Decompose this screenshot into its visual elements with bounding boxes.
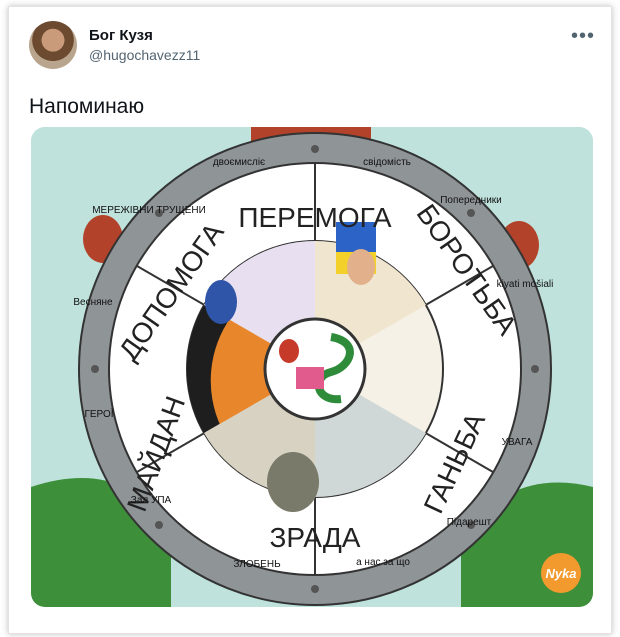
tweet-media-image[interactable]: ПЕРЕМОГА БОРОТЬБА ГАНЬБА ЗРАДА МАЙДАН ДО… <box>31 127 593 607</box>
rim-label-9: Зал УПА <box>131 495 172 506</box>
tweet-text: Напоминаю <box>29 95 145 118</box>
rim-label-12: МЕРЕЖІВНИ ТРУЩЕНИ <box>92 205 206 216</box>
watermark-logo: Nyka <box>541 553 581 593</box>
rim-label-7: а нас за що <box>356 557 410 568</box>
rim-label-4: kiyati mošiali <box>497 279 554 290</box>
user-handle[interactable]: @hugochavezz11 <box>89 47 200 63</box>
rim-label-5: УВАГА <box>502 437 533 448</box>
wheel-word-zrada: ЗРАДА <box>270 522 361 553</box>
rim-label-10: ГЕРОЇ <box>84 408 113 420</box>
tweet-header: Бог Кузя @hugochavezz11 ••• <box>29 21 599 77</box>
rim-label-1: двоємисліє <box>213 157 265 168</box>
rim-label-8: ЗЛОБЕНЬ <box>233 559 281 570</box>
tweet-card[interactable]: Бог Кузя @hugochavezz11 ••• Напоминаю ПЕ… <box>8 6 612 634</box>
cartoon-wheel-illustration: ПЕРЕМОГА БОРОТЬБА ГАНЬБА ЗРАДА МАЙДАН ДО… <box>31 127 593 607</box>
rim-label-2: свідомість <box>363 157 411 168</box>
wheel-word-peremoha: ПЕРЕМОГА <box>238 202 392 233</box>
avatar[interactable] <box>29 21 77 69</box>
rim-label-11: Весняне <box>73 297 113 308</box>
rim-label-6: Підарешт <box>447 517 492 528</box>
rim-label-3: Попередники <box>440 195 502 206</box>
more-options-icon[interactable]: ••• <box>571 25 595 48</box>
display-name[interactable]: Бог Кузя <box>89 27 153 44</box>
